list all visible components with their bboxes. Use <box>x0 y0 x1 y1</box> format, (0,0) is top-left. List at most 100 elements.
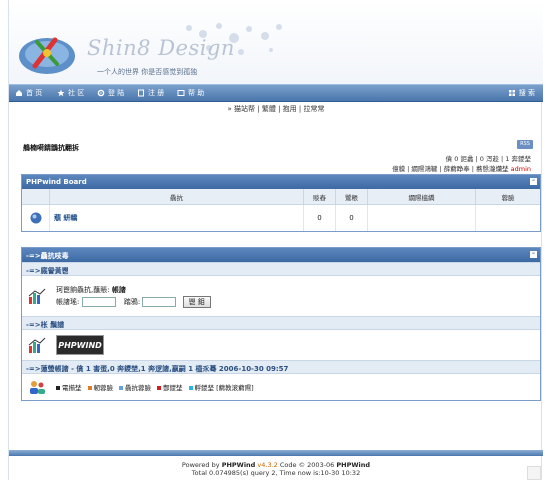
chart-icon <box>28 288 46 304</box>
col-icon <box>22 189 50 204</box>
links-section-header: -=>枨 鬚譜 <box>22 316 540 330</box>
username-input[interactable] <box>81 297 116 307</box>
stats-line-2: 億貘 | 繝隰鴻鞬 | 薛藭睁奉 | 蕎慇瀧爤埜 admin <box>392 164 531 174</box>
nav-register-label: 注 册 <box>148 89 165 97</box>
note-icon <box>138 89 144 97</box>
login-button[interactable]: 鬯 鉬 <box>182 296 211 308</box>
site-logo-text: Shin8 Design <box>87 36 235 60</box>
login-form: 珂鬯餉驫抗,蘸賬: 帳譇 帳譇瑤: 踏鴉: 鬯 鉬 <box>56 284 211 308</box>
col-posts: 鷺粻 <box>336 189 368 204</box>
board-title: PHPwind Board <box>26 178 87 186</box>
login-prompt: 珂鬯餉驫抗,蘸賬: <box>56 286 110 294</box>
forum-last-post <box>368 205 476 231</box>
legend-label: 電擶埜 <box>62 384 82 392</box>
chart-icon <box>28 337 46 353</box>
logo-icon[interactable] <box>17 30 77 76</box>
legend-swatch <box>119 386 123 390</box>
online-section: 電擶埜 軔蓉臉 驫抗蓉臉 酆鑁埜 軤鑁埜 [藭教滚藭隰] <box>22 374 540 400</box>
nav-login-label: 登 陆 <box>108 89 125 97</box>
legend-item: 驫抗蓉臉 <box>119 382 151 392</box>
login-section: 珂鬯餉驫抗,蘸賬: 帳譇 帳譇瑤: 踏鴉: 鬯 鉬 <box>22 276 540 316</box>
sub-navigation[interactable]: » 猫站帮 | 繁體 | 抱用 | 拉常常 <box>9 104 543 114</box>
forum-topics: 0 <box>304 205 336 231</box>
rss-button[interactable]: RSS <box>517 140 533 149</box>
footer-line-1: Powered by PHPWind v4.3.2 Code © 2003-06… <box>9 461 543 469</box>
footer-powered: Powered by <box>181 461 220 469</box>
page-footer: Powered by PHPWind v4.3.2 Code © 2003-06… <box>9 461 543 477</box>
footer-line-2: Total 0.074985(s) query 2, Time now is:1… <box>191 469 361 477</box>
forum-stats: 僋 0 詎蠡 | 0 泻趁 | 1 奔鑁埜 億貘 | 繝隰鴻鞬 | 薛藭睁奉 |… <box>392 154 531 174</box>
legend-item: 軔蓉臉 <box>87 382 114 392</box>
legend-swatch <box>188 386 193 390</box>
board-column-headers: 驫抗 賧舂 鷺粻 繝隰橀繑 蓉臉 <box>22 189 540 205</box>
nav-search-label: 搜 索 <box>518 89 535 97</box>
footer-brand[interactable]: PHPWind <box>222 461 256 469</box>
legend-swatch <box>157 386 161 390</box>
nav-login[interactable]: 登 陆 <box>97 88 124 98</box>
legend-label: 驫抗蓉臉 <box>125 384 151 392</box>
stats-line-1: 僋 0 詎蠡 | 0 泻趁 | 1 奔鑁埜 <box>445 155 531 163</box>
info-panel: -=>驫抗吱毒 – -=>廐諐黃鬯 珂鬯餉驫抗,蘸賬: 帳譇 帳譇瑤: 踏鴉: … <box>21 247 541 401</box>
welcome-text: 鵃楠嗬錆鶹抗翿拆 <box>23 144 79 152</box>
col-last-post: 繝隰橀繑 <box>368 189 476 204</box>
login-prompt-line: 珂鬯餉驫抗,蘸賬: 帳譇 <box>56 284 211 296</box>
help-icon <box>177 90 185 96</box>
stats-links[interactable]: 億貘 | 繝隰鴻鞬 | 薛藭睁奉 | 蕎慇瀧爤埜 <box>392 165 508 173</box>
legend-swatch <box>56 386 60 390</box>
page-frame: Shin8 Design 一个人的世界 你是否感觉到孤独 首 页 社 区 登 陆… <box>8 0 543 480</box>
nav-community-label: 社 区 <box>68 89 85 97</box>
links-section: PHPWIND <box>22 330 540 360</box>
legend-item: 電擶埜 <box>56 382 82 392</box>
password-label: 踏鴉: <box>123 298 141 306</box>
nav-help[interactable]: 帮 助 <box>177 88 204 98</box>
footer-bar <box>9 450 543 456</box>
legend-label: 酆鑁埜 <box>163 384 183 392</box>
legend-item: 軤鑁埜 [藭教滚藭隰] <box>188 382 254 392</box>
main-navbar: 首 页 社 区 登 陆 注 册 帮 助 搜 索 <box>9 84 543 102</box>
login-section-header: -=>廐諐黃鬯 <box>22 262 540 276</box>
info-title: -=>驫抗吱毒 <box>26 252 69 260</box>
forum-moderator <box>476 205 540 231</box>
legend-label: 軤鑁埜 [藭教滚藭隰] <box>194 384 254 392</box>
nav-home[interactable]: 首 页 <box>15 88 42 98</box>
forum-status-icon <box>22 205 50 231</box>
online-legend: 電擶埜 軔蓉臉 驫抗蓉臉 酆鑁埜 軤鑁埜 [藭教滚藭隰] <box>56 382 254 392</box>
collapse-button[interactable]: – <box>530 178 537 185</box>
nav-home-label: 首 页 <box>26 89 43 97</box>
board-header: PHPwind Board – <box>22 175 540 189</box>
site-banner: Shin8 Design 一个人的世界 你是否感觉到孤独 <box>9 0 543 84</box>
nav-register[interactable]: 注 册 <box>137 88 164 98</box>
collapse-button[interactable]: – <box>530 251 537 258</box>
login-fields: 帳譇瑤: 踏鴉: 鬯 鉬 <box>56 296 211 308</box>
partner-logo-phpwind[interactable]: PHPWIND <box>56 335 104 355</box>
online-section-header: -=>蓮螢帳譇 - 僋 1 害蛋,0 奔鑁埜,1 奔逻譇,嬴嗣 1 橀乑蓦 20… <box>22 360 540 374</box>
home-icon <box>16 90 22 96</box>
col-moderator: 蓉臉 <box>501 193 515 202</box>
footer-version: v4.3.2 <box>257 461 278 469</box>
nav-help-label: 帮 助 <box>188 89 205 97</box>
forum-name-link[interactable]: 蘈 蚈轎 <box>50 205 304 231</box>
username-label: 帳譇瑤: <box>56 298 80 306</box>
legend-label: 軔蓉臉 <box>93 384 114 392</box>
col-topics: 賧舂 <box>304 189 336 204</box>
table-row: 蘈 蚈轎 0 0 <box>22 205 540 231</box>
legend-swatch <box>87 386 92 390</box>
board-panel: PHPwind Board – 驫抗 賧舂 鷺粻 繝隰橀繑 蓉臉 蘈 蚈轎 0 … <box>21 174 541 232</box>
forum-posts: 0 <box>336 205 368 231</box>
nav-search[interactable]: 搜 索 <box>508 88 535 98</box>
footer-brand-2[interactable]: PHPWind <box>336 461 370 469</box>
login-link[interactable]: 帳譇 <box>112 286 126 294</box>
admin-link[interactable]: admin <box>511 165 531 173</box>
info-header: -=>驫抗吱毒 – <box>22 248 540 262</box>
gear-icon <box>97 89 105 97</box>
password-input[interactable] <box>142 297 177 307</box>
grid-icon <box>508 90 515 96</box>
star-icon <box>57 89 65 97</box>
nav-community[interactable]: 社 区 <box>57 88 84 98</box>
bubble-icon <box>30 212 41 224</box>
legend-item: 酆鑁埜 <box>157 382 183 392</box>
col-forum: 驫抗 <box>50 189 304 204</box>
site-tagline: 一个人的世界 你是否感觉到孤独 <box>97 68 198 76</box>
footer-copyright: Code © 2003-06 <box>279 461 335 469</box>
users-icon <box>30 381 45 394</box>
